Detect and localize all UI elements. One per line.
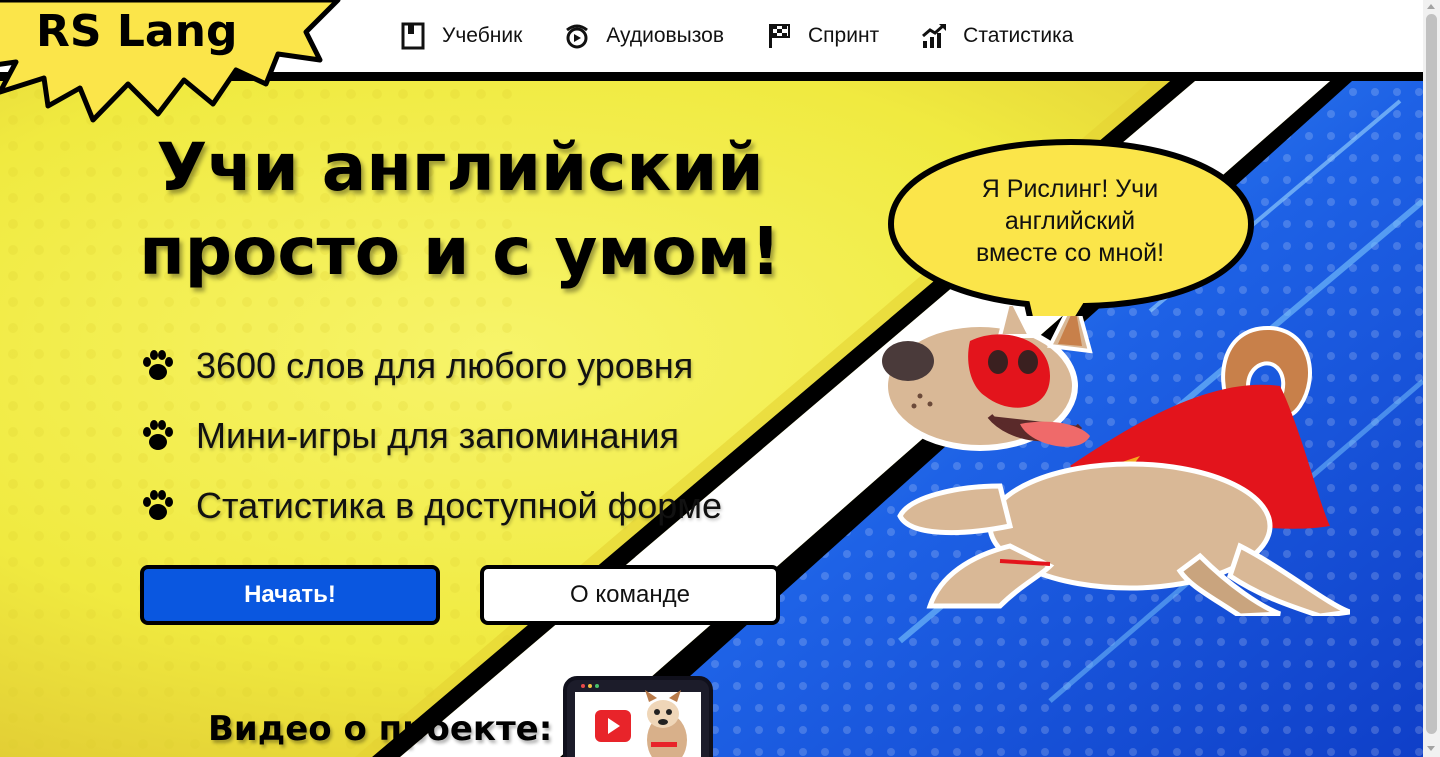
logo-text: RS Lang	[36, 6, 238, 57]
chart-icon	[919, 21, 949, 51]
start-button[interactable]: Начать!	[140, 565, 440, 625]
speech-bubble-line: Я Рислинг! Учи	[981, 175, 1159, 203]
scroll-down-arrow-icon[interactable]	[1427, 746, 1435, 751]
nav-item-audio-call[interactable]: Аудиовызов	[562, 20, 724, 52]
paw-icon	[143, 490, 173, 520]
nav-label-sprint: Спринт	[808, 24, 880, 47]
hero-title-line-1: Учи английский	[156, 129, 764, 206]
feature-text: Мини-игры для запоминания	[196, 415, 680, 456]
paw-icon	[143, 350, 173, 380]
video-thumbnail[interactable]	[563, 676, 713, 757]
video-section-title: Видео о проекте:	[208, 709, 553, 749]
nav-label-audio-call: Аудиовызов	[606, 24, 724, 47]
vertical-scrollbar[interactable]	[1423, 0, 1440, 757]
feature-item: Статистика в доступной форме	[140, 471, 722, 541]
nav-item-textbook[interactable]: Учебник	[398, 20, 522, 52]
scroll-up-arrow-icon[interactable]	[1427, 4, 1435, 9]
speech-bubble-line: английский	[1004, 207, 1136, 235]
scroll-thumb[interactable]	[1426, 14, 1437, 734]
speech-bubble-text: Я Рислинг! Учи английский вместе со мной…	[948, 173, 1192, 269]
nav-item-sprint[interactable]: Спринт	[764, 20, 879, 52]
paw-icon	[143, 420, 173, 450]
hero-section: Учи английский просто и с умом! 3600 сло…	[0, 81, 1423, 757]
feature-list: 3600 слов для любого уровня Мини-игры дл…	[140, 331, 722, 541]
nav-label-textbook: Учебник	[442, 24, 523, 47]
speech-bubble-line: вместе со мной!	[975, 239, 1165, 267]
hero-title-line-2: просто и с умом!	[139, 213, 781, 290]
feature-item: Мини-игры для запоминания	[140, 401, 722, 471]
book-icon	[398, 21, 428, 51]
main-nav: Учебник Аудиовызов Спринт Статистика	[398, 20, 1113, 52]
feature-text: Статистика в доступной форме	[196, 485, 723, 526]
hero-title: Учи английский просто и с умом!	[100, 126, 820, 294]
about-team-button[interactable]: О команде	[480, 565, 780, 625]
feature-text: 3600 слов для любого уровня	[196, 345, 694, 386]
logo[interactable]: RS Lang	[0, 0, 348, 130]
video-preview-image	[575, 684, 701, 757]
audio-call-icon	[562, 21, 592, 51]
nav-item-statistics[interactable]: Статистика	[919, 20, 1073, 52]
nav-label-statistics: Статистика	[963, 24, 1074, 47]
flag-icon	[764, 21, 794, 51]
feature-item: 3600 слов для любого уровня	[140, 331, 722, 401]
mascot-dog-illustration	[882, 306, 1350, 616]
